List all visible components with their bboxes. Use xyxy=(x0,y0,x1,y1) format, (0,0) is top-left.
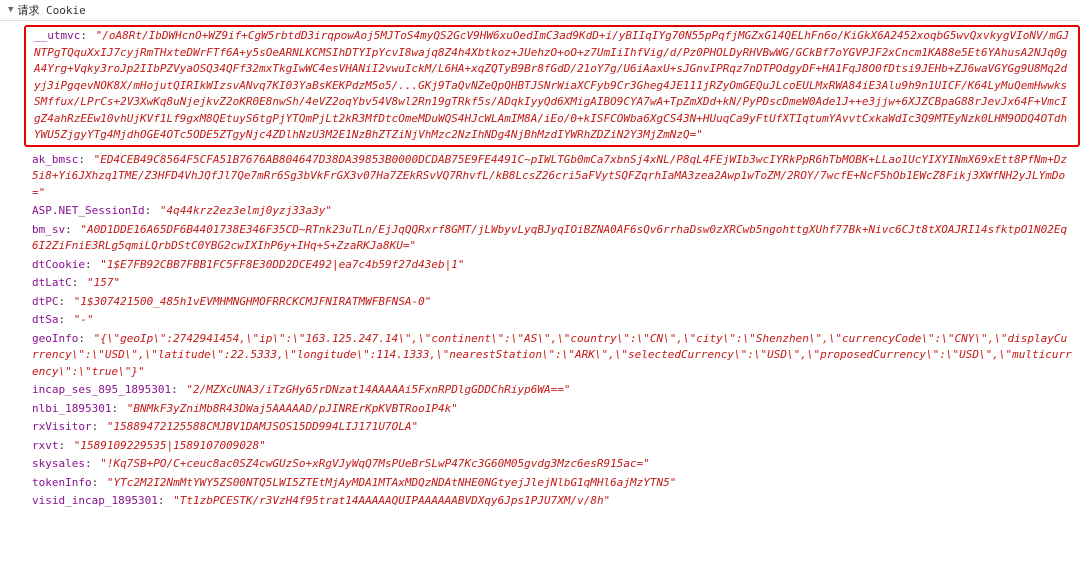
cookie-row[interactable]: rxVisitor: "15889472125588CMJBV1DAMJSOS1… xyxy=(24,418,1080,437)
cookie-row[interactable]: tokenInfo: "YTc2M2I2NmMtYWY5ZS00NTQ5LWI5… xyxy=(24,474,1080,493)
cookie-key: geoInfo xyxy=(32,332,78,345)
cookie-value: "4q44krz2ez3elmj0yzj33a3y" xyxy=(160,204,332,217)
cookie-row[interactable]: incap_ses_895_1895301: "2/MZXcUNA3/iTzGH… xyxy=(24,381,1080,400)
cookie-separator: : xyxy=(92,420,105,433)
cookie-separator: : xyxy=(171,383,184,396)
cookie-value: "{\"geoIp\":2742941454,\"ip\":\"163.125.… xyxy=(32,332,1072,378)
cookie-key: ak_bmsc xyxy=(32,153,78,166)
cookie-key: rxvt xyxy=(32,439,59,452)
cookie-row[interactable]: ak_bmsc: "ED4CEB49C8564F5CFA51B7676AB804… xyxy=(24,151,1080,203)
cookie-row[interactable]: dtPC: "1$307421500_485h1vEVMHMNGHMOFRRCK… xyxy=(24,293,1080,312)
cookie-value: "BNMkF3yZniMb8R43DWaj5AAAAAD/pJINRErKpKV… xyxy=(127,402,458,415)
cookie-separator: : xyxy=(59,439,72,452)
cookie-separator: : xyxy=(85,457,98,470)
cookie-value: "1$E7FB92CBB7FBB1FC5FF8E30DD2DCE492|ea7c… xyxy=(100,258,464,271)
cookie-value: "15889472125588CMJBV1DAMJSOS15DD994LIJ17… xyxy=(107,420,418,433)
cookie-row[interactable]: skysales: "!Kq7SB+PO/C+ceuc8ac0SZ4cwGUzS… xyxy=(24,455,1080,474)
cookie-key: bm_sv xyxy=(32,223,65,236)
cookie-value: "1589109229535|1589107009028" xyxy=(74,439,266,452)
cookie-key: dtSa xyxy=(32,313,59,326)
cookie-separator: : xyxy=(85,258,98,271)
cookie-key: dtCookie xyxy=(32,258,85,271)
cookie-separator: : xyxy=(72,276,85,289)
cookie-row[interactable]: bm_sv: "A0D1DDE16A65DF6B4401738E346F35CD… xyxy=(24,221,1080,256)
cookie-separator: : xyxy=(78,332,91,345)
cookie-separator: : xyxy=(145,204,158,217)
cookie-value: "ED4CEB49C8564F5CFA51B7676AB804647D38DA3… xyxy=(32,153,1067,199)
cookie-row[interactable]: rxvt: "1589109229535|1589107009028" xyxy=(24,437,1080,456)
cookie-key: incap_ses_895_1895301 xyxy=(32,383,171,396)
cookie-value: "!Kq7SB+PO/C+ceuc8ac0SZ4cwGUzSo+xRgVJyWq… xyxy=(100,457,650,470)
cookie-key: dtPC xyxy=(32,295,59,308)
cookie-value: "-" xyxy=(74,313,94,326)
cookie-row[interactable]: dtCookie: "1$E7FB92CBB7FBB1FC5FF8E30DD2D… xyxy=(24,256,1080,275)
cookie-value: "A0D1DDE16A65DF6B4401738E346F35CD~RTnk23… xyxy=(32,223,1067,253)
cookie-key: dtLatC xyxy=(32,276,72,289)
cookies-content: __utmvc: "/oA8Rt/IbDWHcnO+WZ9if+CgW5rbtd… xyxy=(0,21,1080,515)
cookie-separator: : xyxy=(59,313,72,326)
cookie-key: tokenInfo xyxy=(32,476,92,489)
cookie-value: "2/MZXcUNA3/iTzGHy65rDNzat14AAAAAi5FxnRP… xyxy=(186,383,570,396)
cookie-row[interactable]: geoInfo: "{\"geoIp\":2742941454,\"ip\":\… xyxy=(24,330,1080,382)
cookie-key: rxVisitor xyxy=(32,420,92,433)
cookie-key: ASP.NET_SessionId xyxy=(32,204,145,217)
cookie-row[interactable]: nlbi_1895301: "BNMkF3yZniMb8R43DWaj5AAAA… xyxy=(24,400,1080,419)
cookie-value: "YTc2M2I2NmMtYWY5ZS00NTQ5LWI5ZTEtMjAyMDA… xyxy=(107,476,677,489)
cookie-separator: : xyxy=(80,29,93,42)
cookie-value: "Tt1zbPCESTK/r3VzH4f95trat14AAAAAQUIPAAA… xyxy=(173,494,610,507)
cookie-key: visid_incap_1895301 xyxy=(32,494,158,507)
section-header[interactable]: ▼ 请求 Cookie xyxy=(0,0,1080,21)
cookie-row[interactable]: ASP.NET_SessionId: "4q44krz2ez3elmj0yzj3… xyxy=(24,202,1080,221)
cookie-row[interactable]: visid_incap_1895301: "Tt1zbPCESTK/r3VzH4… xyxy=(24,492,1080,511)
cookie-key: __utmvc xyxy=(34,29,80,42)
section-title: 请求 Cookie xyxy=(17,2,85,18)
cookie-separator: : xyxy=(158,494,171,507)
collapse-arrow-icon: ▼ xyxy=(8,5,13,15)
cookie-row[interactable]: dtSa: "-" xyxy=(24,311,1080,330)
cookie-separator: : xyxy=(111,402,124,415)
cookie-key: nlbi_1895301 xyxy=(32,402,111,415)
cookie-separator: : xyxy=(92,476,105,489)
cookie-row[interactable]: dtLatC: "157" xyxy=(24,274,1080,293)
cookie-value: "1$307421500_485h1vEVMHMNGHMOFRRCKCMJFNI… xyxy=(74,295,432,308)
cookie-value: "157" xyxy=(87,276,120,289)
cookie-separator: : xyxy=(59,295,72,308)
cookie-separator: : xyxy=(65,223,78,236)
cookie-separator: : xyxy=(78,153,91,166)
cookie-row[interactable]: __utmvc: "/oA8Rt/IbDWHcnO+WZ9if+CgW5rbtd… xyxy=(24,25,1080,147)
cookie-key: skysales xyxy=(32,457,85,470)
cookie-value: "/oA8Rt/IbDWHcnO+WZ9if+CgW5rbtdD3irqpowA… xyxy=(34,29,1069,141)
